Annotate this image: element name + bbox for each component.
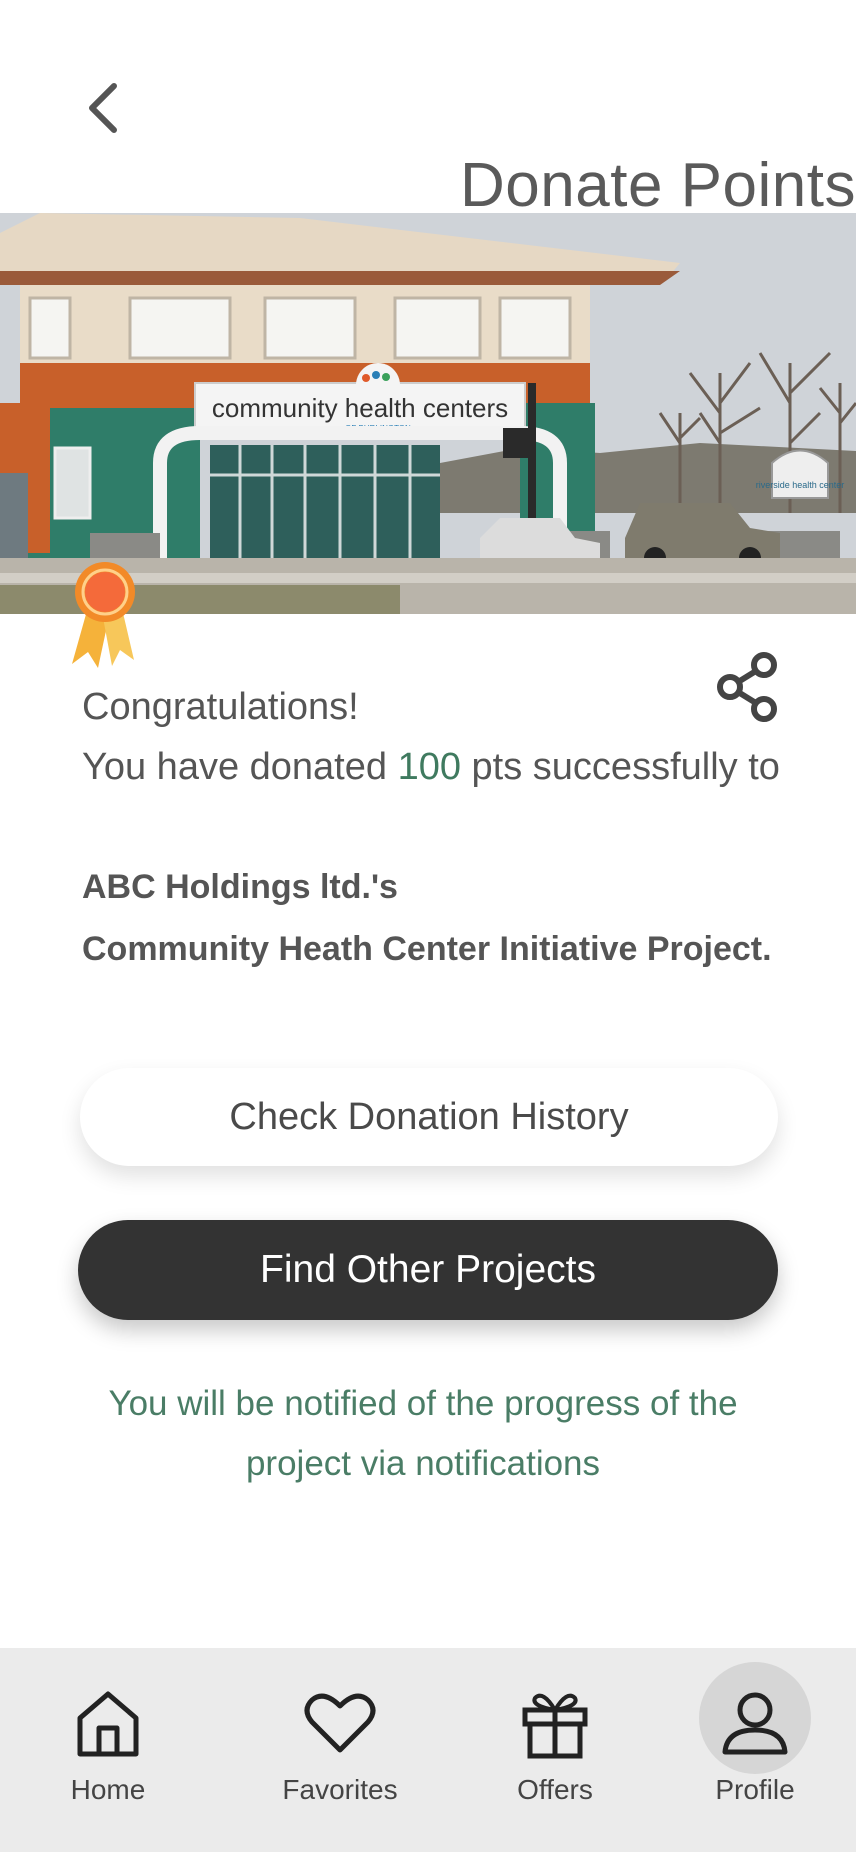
share-button[interactable] <box>714 652 782 722</box>
points-value: 100 <box>397 746 461 788</box>
page-title: Donate Points <box>460 151 856 220</box>
nav-label-offers: Offers <box>517 1774 593 1805</box>
gift-icon <box>522 1693 588 1759</box>
home-icon <box>77 1691 139 1757</box>
nav-label-home: Home <box>70 1774 146 1805</box>
heart-icon <box>304 1693 376 1753</box>
check-donation-history-button[interactable]: Check Donation History <box>80 1068 778 1166</box>
nav-item-profile[interactable]: Profile <box>690 1648 820 1852</box>
chevron-left-icon <box>89 83 117 133</box>
share-icon <box>717 652 777 722</box>
back-button[interactable] <box>80 78 128 138</box>
donated-text: You have donated 100 pts successfully to <box>82 746 780 789</box>
project-name: Community Heath Center Initiative Projec… <box>82 930 772 968</box>
hero-image: community health centers OF BURLINGTON r… <box>0 213 856 614</box>
donated-prefix: You have donated <box>82 746 388 788</box>
hero-side-sign: riverside health center <box>756 480 845 490</box>
notification-notice: You will be notified of the progress of … <box>108 1384 738 1483</box>
nav-label-favorites: Favorites <box>282 1774 398 1805</box>
award-ribbon-icon <box>72 562 135 668</box>
nav-item-offers[interactable]: Offers <box>490 1648 620 1852</box>
hero-sign-text: community health centers <box>212 393 508 423</box>
congrats-text: Congratulations! <box>82 686 359 728</box>
nav-item-favorites[interactable]: Favorites <box>260 1648 420 1852</box>
donated-suffix: pts successfully to <box>471 746 780 788</box>
nav-label-profile: Profile <box>715 1774 795 1805</box>
bottom-nav: Home Favorites Offers Profile <box>0 1648 856 1852</box>
find-other-projects-button[interactable]: Find Other Projects <box>78 1220 778 1320</box>
nav-item-home[interactable]: Home <box>38 1648 178 1852</box>
user-icon <box>722 1692 788 1755</box>
org-name: ABC Holdings ltd.'s <box>82 868 398 906</box>
